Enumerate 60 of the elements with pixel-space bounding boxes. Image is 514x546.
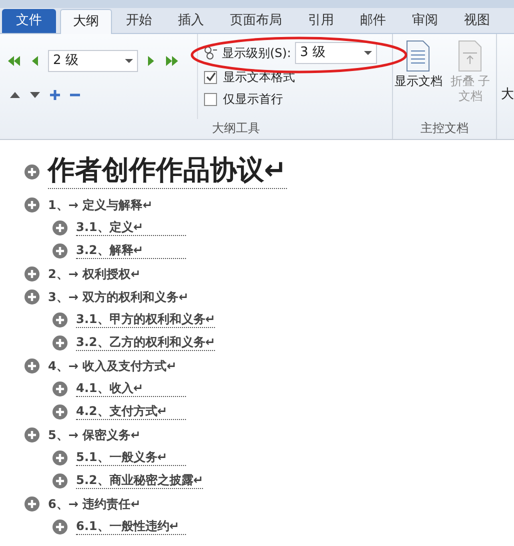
outline-heading: 5、→ 保密义务↵ [48,426,141,444]
document-title: 作者创作作品协议↵ [48,154,287,189]
outline-subheading: 3.2、乙方的权利和义务↵ [76,334,216,350]
move-down-icon[interactable] [30,92,40,98]
checkbox-label[interactable]: 仅显示首行 [223,90,283,108]
document-icon [405,40,432,72]
expand-icon[interactable] [52,312,68,328]
expand-icon[interactable] [52,220,68,236]
ribbon-button[interactable]: 显示文档 [393,40,444,119]
expand-icon[interactable] [24,164,40,180]
outline-heading: 1、→ 定义与解释↵ [48,196,153,214]
outline-subheading: 3.1、定义↵ [76,220,186,236]
expand-icon[interactable] [24,496,40,512]
outline-heading: 2、→ 权利授权↵ [48,266,141,282]
expand-icon[interactable] [24,266,40,282]
ribbon-tab[interactable]: 审阅 [400,9,450,33]
expand-icon[interactable] [24,288,40,304]
show-level-label: 显示级别(S): [222,45,292,62]
group-label: 主控文档 [419,120,470,137]
ribbon-tab[interactable]: 大纲 [60,9,112,34]
document-icon [457,40,484,72]
show-level-dropdown[interactable]: 3 级 [295,42,378,64]
group-label: 大纲工具 [210,120,261,137]
ribbon-tab[interactable]: 页面布局 [218,9,294,33]
expand-icon[interactable] [52,334,68,350]
outline-heading: 4、→ 收入及支付方式↵ [48,358,177,374]
outline-heading: 3、→ 双方的权利和义务↵ [48,288,189,306]
outline-subheading: 3.1、甲方的权利和义务↵ [76,312,216,328]
outline-subheading: 5.1、一般义务↵ [76,450,186,466]
expand-icon[interactable] [52,472,68,488]
outline-subheading: 5.2、商业秘密之披露↵ [76,472,204,488]
expand-icon[interactable] [52,380,68,396]
expand-icon[interactable] [24,196,40,212]
outline-subheading: 4.1、收入↵ [76,380,186,396]
checkbox[interactable] [204,92,217,106]
caret-icon [364,51,372,55]
ribbon-tab[interactable]: 邮件 [348,9,398,33]
expand-icon[interactable] [52,450,68,466]
caret-icon [125,59,133,63]
level-dropdown[interactable]: 2 级 [48,50,138,72]
expand-icon[interactable] [24,426,40,442]
ribbon-tab[interactable]: 文件 [2,9,56,33]
ribbon-tab[interactable]: 引用 [296,9,346,33]
outline-heading: 6、→ 违约责任↵ [48,496,141,512]
minus-icon[interactable] [70,93,80,97]
expand-icon[interactable] [52,518,68,534]
ribbon-tab[interactable]: 插入 [166,9,216,33]
outline-subheading: 3.2、解释↵ [76,242,186,258]
ribbon-button[interactable]: 大 [497,34,514,139]
checkbox[interactable] [204,70,217,84]
show-level-icon [204,46,218,60]
ribbon-tab[interactable]: 开始 [114,9,164,33]
ribbon-tab[interactable]: 视图 [452,9,502,33]
expand-icon[interactable] [52,404,68,420]
move-up-icon[interactable] [10,92,20,98]
outline-subheading: 4.2、支付方式↵ [76,404,186,420]
expand-icon[interactable] [24,358,40,374]
outline-subheading: 6.1、一般性违约↵ [76,518,186,534]
plus-icon[interactable] [50,90,60,100]
expand-icon[interactable] [52,242,68,258]
